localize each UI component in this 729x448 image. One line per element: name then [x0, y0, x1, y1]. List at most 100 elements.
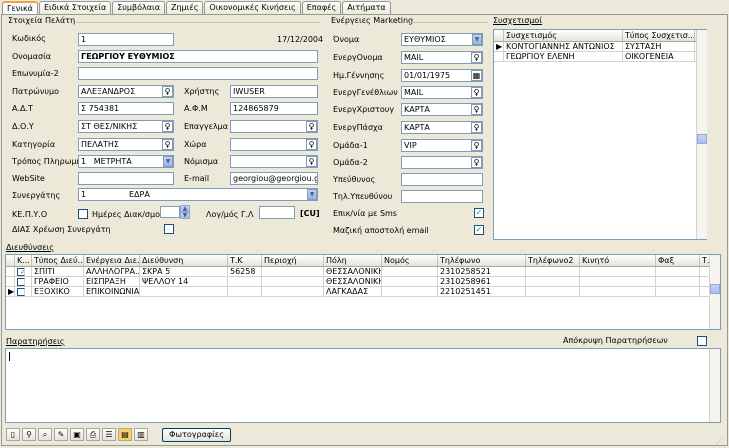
address-checkbox[interactable]: [17, 278, 25, 286]
addr-header-action[interactable]: Ενέργεια Διε...: [84, 255, 140, 266]
notes-scrollbar[interactable]: [709, 349, 720, 422]
birthact-lookup-icon[interactable]: ♀: [471, 87, 482, 98]
table-row[interactable]: ΓΡΑΦΕΙΟ ΕΙΣΠΡΑΞΗ ΨΕΛΛΟΥ 14 ΘΕΣΣΑΛΟΝΙΚΗ 2…: [6, 277, 720, 287]
zoom-icon[interactable]: ⌕: [38, 428, 52, 441]
tab-general[interactable]: Γενικά: [2, 1, 38, 15]
category-field[interactable]: ΠΕΛΑΤΗΣ: [78, 138, 174, 151]
resp-field[interactable]: [401, 173, 483, 186]
spin-down-icon[interactable]: ▼: [180, 212, 190, 219]
photos-button[interactable]: Φωτογραφίες: [162, 428, 231, 442]
mk-name-field[interactable]: ΕΥΘΥΜΙΟΣ: [401, 33, 483, 46]
partner-field[interactable]: 1 ΕΔΡΑ: [78, 188, 318, 201]
tab-financial[interactable]: Οικονομικές Κινήσεις: [204, 1, 301, 14]
father-lookup-icon[interactable]: ♀: [162, 86, 173, 97]
document-icon[interactable]: ▥: [134, 428, 148, 441]
group2-label: Ομάδα-2: [333, 158, 368, 167]
country-label: Χώρα: [184, 140, 207, 149]
addresses-title: Διευθύνσεις: [6, 243, 54, 252]
email-field[interactable]: georgiou@georgiou.gr: [230, 172, 318, 185]
category-lookup-icon[interactable]: ♀: [162, 139, 173, 150]
relations-scrollbar[interactable]: [696, 30, 707, 239]
group2-lookup-icon[interactable]: ♀: [471, 157, 482, 168]
group1-lookup-icon[interactable]: ♀: [471, 140, 482, 151]
father-field[interactable]: ΑΛΕΞΑΝΔΡΟΣ: [78, 85, 174, 98]
table-row[interactable]: ▶ ΕΞΟΧΙΚΟ ΕΠΙΚΟΙΝΩΝΙΑ ΛΑΓΚΑΔΑΣ 221025145…: [6, 287, 720, 297]
profession-lookup-icon[interactable]: ♀: [306, 121, 317, 132]
xmas-lookup-icon[interactable]: ♀: [471, 104, 482, 115]
currency-lookup-icon[interactable]: ♀: [306, 156, 317, 167]
doy-label: Δ.Ο.Υ: [12, 122, 34, 131]
website-field[interactable]: [78, 172, 174, 185]
currency-field[interactable]: [230, 155, 318, 168]
folder-icon[interactable]: ▤: [118, 428, 132, 441]
addr-header-prefecture[interactable]: Νομός: [382, 255, 438, 266]
image-icon[interactable]: ▣: [70, 428, 84, 441]
notes-textarea[interactable]: [5, 348, 721, 423]
relations-header-name[interactable]: Συσχετισμός: [504, 30, 623, 41]
tab-special[interactable]: Ειδικά Στοιχεία: [38, 1, 112, 14]
spin-up-icon[interactable]: ▲: [180, 205, 190, 212]
addresses-scroll-thumb[interactable]: [710, 284, 720, 294]
resptel-label: Τηλ.Υπευθύνου: [333, 192, 393, 201]
id-field[interactable]: Σ 754381: [78, 102, 174, 115]
search-icon[interactable]: ⚲: [22, 428, 36, 441]
address-phone: 2310258521: [438, 267, 526, 276]
addr-header-check[interactable]: Κ...: [15, 255, 32, 266]
addr-header-type[interactable]: Τύπος Διεύ...: [32, 255, 84, 266]
list-icon[interactable]: ☰: [102, 428, 116, 441]
addr-header-address[interactable]: Διεύθυνση: [140, 255, 228, 266]
tab-contracts[interactable]: Συμβόλαια: [112, 1, 166, 14]
addr-header-mobile[interactable]: Κινητό: [580, 255, 656, 266]
payment-dropdown-icon[interactable]: ▼: [163, 156, 173, 167]
addr-header-phone[interactable]: Τηλέφωνο: [438, 255, 526, 266]
dias-checkbox[interactable]: [164, 224, 174, 234]
kepyo-checkbox[interactable]: [78, 209, 88, 219]
relations-scroll-thumb[interactable]: [697, 134, 707, 144]
name-field[interactable]: ΓΕΩΡΓΙΟΥ ΕΥΘΥΜΙΟΣ: [78, 50, 318, 63]
country-field[interactable]: [230, 138, 318, 151]
tab-requests[interactable]: Αιτήματα: [342, 1, 391, 14]
addr-header-phone2[interactable]: Τηλέφωνο2: [526, 255, 580, 266]
addr-header-fax[interactable]: Φαξ: [656, 255, 700, 266]
tab-contacts[interactable]: Επαφές: [301, 1, 342, 14]
days-field[interactable]: [160, 206, 180, 218]
easter-lookup-icon[interactable]: ♀: [471, 122, 482, 133]
doy-field[interactable]: ΣΤ ΘΕΣ/ΝΙΚΗΣ: [78, 120, 174, 133]
edit-icon[interactable]: ✎: [54, 428, 68, 441]
afm-field[interactable]: 124865879: [230, 102, 318, 115]
surname2-field[interactable]: [78, 67, 318, 80]
doy-lookup-icon[interactable]: ♀: [162, 121, 173, 132]
addr-header-city[interactable]: Πόλη: [324, 255, 382, 266]
table-row[interactable]: ΓΕΩΡΓΙΟΥ ΕΛΕΝΗ ΟΙΚΟΓΕΝΕΙΑ: [494, 52, 706, 62]
table-row[interactable]: ▶ ΚΟΝΤΟΓΙΑΝΝΗΣ ΑΝΤΩΝΙΟΣ ΣΥΣΤΑΣΗ: [494, 42, 706, 52]
gl-field[interactable]: [259, 206, 295, 219]
address-checkbox[interactable]: [17, 288, 25, 296]
sms-checkbox[interactable]: ✓: [474, 208, 484, 218]
tab-claims[interactable]: Ζημιές: [166, 1, 204, 14]
nameday-lookup-icon[interactable]: ♀: [471, 52, 482, 63]
addr-header-area[interactable]: Περιοχή: [262, 255, 324, 266]
days-spinner[interactable]: ▲ ▼: [180, 205, 190, 219]
mass-email-checkbox[interactable]: ✓: [474, 225, 484, 235]
country-lookup-icon[interactable]: ♀: [306, 139, 317, 150]
address-checkbox[interactable]: ✓: [17, 268, 25, 276]
relations-header-type[interactable]: Τύπος Συσχετισ...: [623, 30, 695, 41]
user-field[interactable]: IWUSER: [230, 85, 318, 98]
resptel-field[interactable]: [401, 190, 483, 203]
profession-field[interactable]: [230, 120, 318, 133]
addresses-scrollbar[interactable]: [709, 255, 720, 329]
print-icon[interactable]: ⎙: [86, 428, 100, 441]
address-phone: 2210251451: [438, 287, 526, 296]
addr-header-zip[interactable]: Τ.Κ: [228, 255, 262, 266]
address-area: [262, 287, 324, 296]
table-row[interactable]: ✓ ΣΠΙΤΙ ΑΛΛΗΛΟΓΡΑ... ΣΚΡΑ 5 56258 ΘΕΣΣΑΛ…: [6, 267, 720, 277]
mk-name-dropdown-icon[interactable]: ▼: [472, 34, 482, 45]
new-document-icon[interactable]: ▯: [6, 428, 20, 441]
xmas-label: ΕνεργΧριστουγ: [333, 105, 395, 114]
partner-dropdown-icon[interactable]: ▼: [307, 189, 317, 200]
resize-grip-icon[interactable]: ⋰: [716, 436, 726, 446]
code-field[interactable]: 1: [78, 33, 174, 46]
payment-field[interactable]: 1 ΜΕΤΡΗΤΑ: [78, 155, 174, 168]
hide-notes-checkbox[interactable]: [697, 336, 707, 346]
calendar-icon[interactable]: ▦: [471, 70, 482, 81]
